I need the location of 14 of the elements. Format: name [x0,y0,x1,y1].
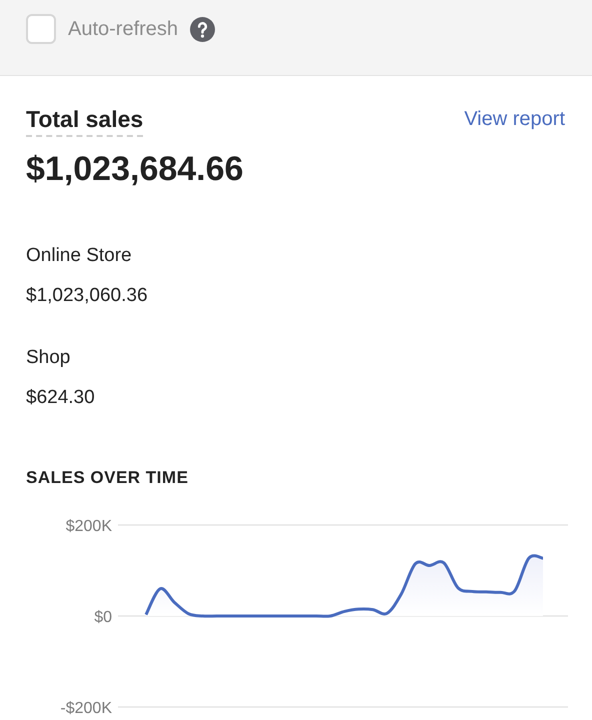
auto-refresh-label: Auto-refresh [68,17,178,42]
axis-tick-label: -$200K [60,700,112,716]
axis-tick-label: $0 [94,608,112,626]
channel-amount: $624.30 [26,386,96,410]
channel-name: Shop [26,346,72,370]
channel-name: Online Store [26,244,133,268]
view-report-link[interactable]: View report [464,104,565,134]
help-icon[interactable] [190,17,216,42]
chart-title: SALES OVER TIME [26,467,190,489]
total-sales-title: Total sales [26,104,144,137]
checkbox[interactable] [26,14,56,44]
axis-tick-label: $200K [66,518,112,534]
channel-amount: $1,023,060.36 [26,284,149,308]
total-sales-amount: $1,023,684.66 [26,149,244,189]
